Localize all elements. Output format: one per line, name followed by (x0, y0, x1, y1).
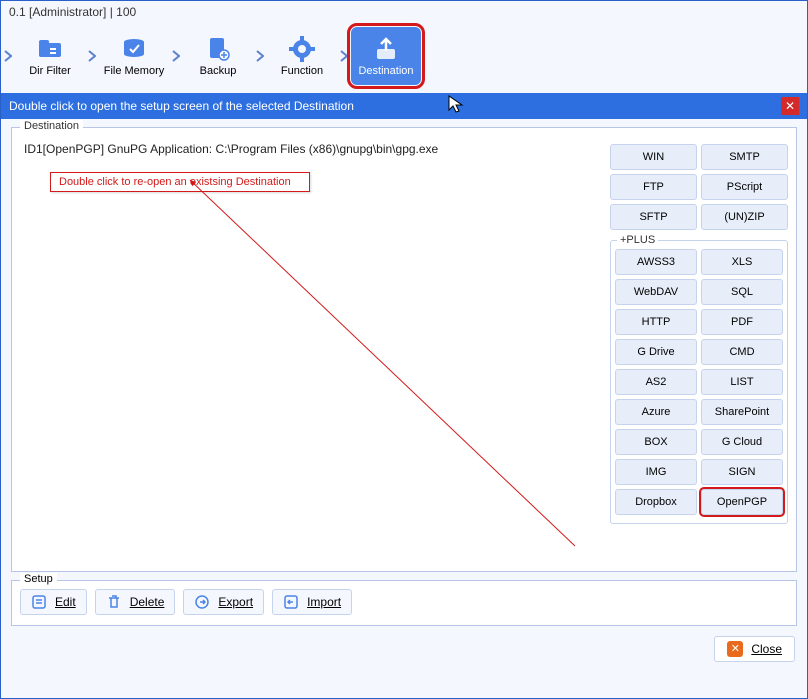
dest-btn-sql[interactable]: SQL (701, 279, 783, 305)
dest-btn-box[interactable]: BOX (615, 429, 697, 455)
setup-legend: Setup (20, 573, 57, 585)
import-button[interactable]: Import (272, 589, 352, 615)
destination-row[interactable]: ID1[OpenPGP] GnuPG Application: C:\Progr… (20, 140, 606, 158)
dest-btn-smtp[interactable]: SMTP (701, 144, 788, 170)
dest-btn-pdf[interactable]: PDF (701, 309, 783, 335)
destination-legend: Destination (20, 120, 83, 132)
toolbar-label: Dir Filter (29, 65, 71, 77)
gear-icon (288, 35, 316, 63)
dest-btn-gcloud[interactable]: G Cloud (701, 429, 783, 455)
dest-btn-xls[interactable]: XLS (701, 249, 783, 275)
plus-group: +PLUS AWSS3 XLS WebDAV SQL HTTP PDF G Dr… (610, 240, 788, 524)
function-button[interactable]: Function (267, 27, 337, 85)
chevron-right-icon[interactable] (1, 27, 15, 85)
toolbar-label: Function (281, 65, 323, 77)
trash-icon (106, 594, 122, 610)
dir-filter-button[interactable]: Dir Filter (15, 27, 85, 85)
dest-btn-openpgp[interactable]: OpenPGP (701, 489, 783, 515)
footer: ✕ Close (1, 626, 807, 672)
sub-header-text: Double click to open the setup screen of… (9, 99, 354, 113)
chevron-right-icon[interactable] (337, 27, 351, 85)
toolbar-label: Destination (358, 65, 413, 77)
upload-arrow-icon (372, 35, 400, 63)
toolbar-label: Backup (200, 65, 237, 77)
dest-btn-awss3[interactable]: AWSS3 (615, 249, 697, 275)
dest-btn-webdav[interactable]: WebDAV (615, 279, 697, 305)
dest-btn-dropbox[interactable]: Dropbox (615, 489, 697, 515)
delete-label: Delete (130, 595, 165, 609)
close-label: Close (751, 642, 782, 656)
close-x-icon: ✕ (727, 641, 743, 657)
document-plus-icon (204, 35, 232, 63)
dest-btn-cmd[interactable]: CMD (701, 339, 783, 365)
export-label: Export (218, 595, 253, 609)
chevron-right-icon[interactable] (85, 27, 99, 85)
dest-btn-sign[interactable]: SIGN (701, 459, 783, 485)
dest-btn-http[interactable]: HTTP (615, 309, 697, 335)
title-bar: 0.1 [Administrator] | 100 (1, 1, 807, 23)
toolbar-label: File Memory (104, 65, 165, 77)
destination-button-sidebar: WIN SMTP FTP PScript SFTP (UN)ZIP +PLUS … (610, 140, 788, 524)
annotation-tip: Double click to re-open an existsing Des… (50, 172, 310, 192)
close-icon[interactable]: ✕ (781, 97, 799, 115)
backup-button[interactable]: Backup (183, 27, 253, 85)
dest-btn-sharepoint[interactable]: SharePoint (701, 399, 783, 425)
toolbar: Dir Filter File Memory Backup Function D… (1, 23, 807, 93)
import-icon (283, 594, 299, 610)
destination-panel: Destination ID1[OpenPGP] GnuPG Applicati… (11, 127, 797, 572)
dest-btn-pscript[interactable]: PScript (701, 174, 788, 200)
dest-btn-win[interactable]: WIN (610, 144, 697, 170)
setup-panel: Setup Edit Delete Export Import (11, 580, 797, 626)
export-button[interactable]: Export (183, 589, 264, 615)
edit-icon (31, 594, 47, 610)
dest-btn-azure[interactable]: Azure (615, 399, 697, 425)
chevron-right-icon[interactable] (169, 27, 183, 85)
dest-btn-list[interactable]: LIST (701, 369, 783, 395)
plus-legend: +PLUS (617, 234, 658, 246)
delete-button[interactable]: Delete (95, 589, 176, 615)
export-icon (194, 594, 210, 610)
dest-btn-ftp[interactable]: FTP (610, 174, 697, 200)
import-label: Import (307, 595, 341, 609)
dest-btn-sftp[interactable]: SFTP (610, 204, 697, 230)
edit-label: Edit (55, 595, 76, 609)
folder-filter-icon (36, 35, 64, 63)
dest-btn-as2[interactable]: AS2 (615, 369, 697, 395)
close-button[interactable]: ✕ Close (714, 636, 795, 662)
sub-header: Double click to open the setup screen of… (1, 93, 807, 119)
file-memory-button[interactable]: File Memory (99, 27, 169, 85)
dest-btn-img[interactable]: IMG (615, 459, 697, 485)
destination-list[interactable]: ID1[OpenPGP] GnuPG Application: C:\Progr… (20, 140, 606, 563)
chevron-right-icon[interactable] (253, 27, 267, 85)
dest-btn-gdrive[interactable]: G Drive (615, 339, 697, 365)
database-check-icon (120, 35, 148, 63)
destination-button[interactable]: Destination (351, 27, 421, 85)
edit-button[interactable]: Edit (20, 589, 87, 615)
dest-btn-unzip[interactable]: (UN)ZIP (701, 204, 788, 230)
